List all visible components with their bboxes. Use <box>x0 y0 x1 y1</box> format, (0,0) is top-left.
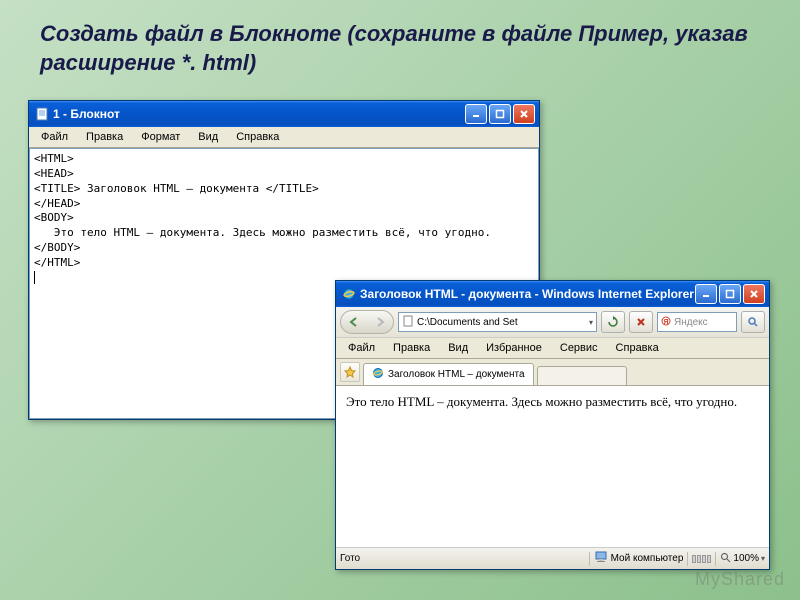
zone-label: Мой компьютер <box>611 553 684 564</box>
close-button[interactable] <box>513 104 535 124</box>
favorites-star-button[interactable] <box>340 362 360 382</box>
address-dropdown-icon[interactable]: ▾ <box>589 318 593 327</box>
menu-help[interactable]: Справка <box>608 340 667 356</box>
menu-file[interactable]: Файл <box>340 340 383 356</box>
ie-page-body: Это тело HTML – документа. Здесь можно р… <box>336 386 769 547</box>
star-icon <box>344 366 356 378</box>
menu-favorites[interactable]: Избранное <box>478 340 550 356</box>
menu-service[interactable]: Сервис <box>552 340 606 356</box>
address-bar[interactable]: C:\Documents and Set ▾ <box>398 312 597 332</box>
menu-file[interactable]: Файл <box>33 129 76 145</box>
address-text: C:\Documents and Set <box>417 317 586 328</box>
computer-icon <box>594 551 608 566</box>
search-placeholder: Яндекс <box>674 317 708 328</box>
notepad-title: 1 - Блокнот <box>53 107 465 121</box>
security-level-icon[interactable] <box>692 555 711 563</box>
ie-statusbar: Гото Мой компьютер 100% ▾ <box>336 547 769 569</box>
ie-tabbar: Заголовок HTML – документа <box>336 359 769 386</box>
zoom-dropdown-icon[interactable]: ▾ <box>761 554 765 563</box>
forward-button[interactable] <box>367 311 393 333</box>
zoom-control[interactable]: 100% ▾ <box>720 552 765 566</box>
ie-page-icon <box>372 367 384 382</box>
ie-navigation-toolbar: C:\Documents and Set ▾ Я Яндекс <box>336 307 769 338</box>
window-controls <box>695 284 765 304</box>
security-zone[interactable]: Мой компьютер <box>594 551 684 566</box>
menu-format[interactable]: Формат <box>133 129 188 145</box>
ie-icon <box>342 287 356 301</box>
maximize-button[interactable] <box>489 104 511 124</box>
tab-label: Заголовок HTML – документа <box>388 369 525 380</box>
tab-new[interactable] <box>537 366 627 385</box>
status-text: Гото <box>340 553 360 564</box>
page-body-text: Это тело HTML – документа. Здесь можно р… <box>346 394 737 409</box>
menu-view[interactable]: Вид <box>190 129 226 145</box>
search-go-button[interactable] <box>741 311 765 333</box>
ie-window: Заголовок HTML - документа - Windows Int… <box>335 280 770 570</box>
menu-edit[interactable]: Правка <box>385 340 438 356</box>
svg-text:Я: Я <box>663 319 668 326</box>
notepad-menubar: Файл Правка Формат Вид Справка <box>29 127 539 148</box>
close-button[interactable] <box>743 284 765 304</box>
text-caret <box>34 271 35 284</box>
back-button[interactable] <box>341 311 367 333</box>
minimize-button[interactable] <box>695 284 717 304</box>
notepad-icon <box>35 107 49 121</box>
stop-button[interactable] <box>629 311 653 333</box>
slide-title: Создать файл в Блокноте (сохраните в фай… <box>40 20 760 77</box>
notepad-titlebar[interactable]: 1 - Блокнот <box>29 101 539 127</box>
menu-view[interactable]: Вид <box>440 340 476 356</box>
page-icon <box>402 315 414 330</box>
ie-menubar: Файл Правка Вид Избранное Сервис Справка <box>336 338 769 359</box>
zoom-value: 100% <box>733 553 759 564</box>
menu-edit[interactable]: Правка <box>78 129 131 145</box>
ie-titlebar[interactable]: Заголовок HTML - документа - Windows Int… <box>336 281 769 307</box>
search-box[interactable]: Я Яндекс <box>657 312 737 332</box>
ie-title: Заголовок HTML - документа - Windows Int… <box>360 287 695 301</box>
minimize-button[interactable] <box>465 104 487 124</box>
yandex-icon: Я <box>661 316 671 329</box>
window-controls <box>465 104 535 124</box>
zoom-icon <box>720 552 731 566</box>
refresh-button[interactable] <box>601 311 625 333</box>
tab-active[interactable]: Заголовок HTML – документа <box>363 363 534 385</box>
menu-help[interactable]: Справка <box>228 129 287 145</box>
watermark: MyShared <box>695 569 785 590</box>
maximize-button[interactable] <box>719 284 741 304</box>
nav-back-forward <box>340 310 394 334</box>
